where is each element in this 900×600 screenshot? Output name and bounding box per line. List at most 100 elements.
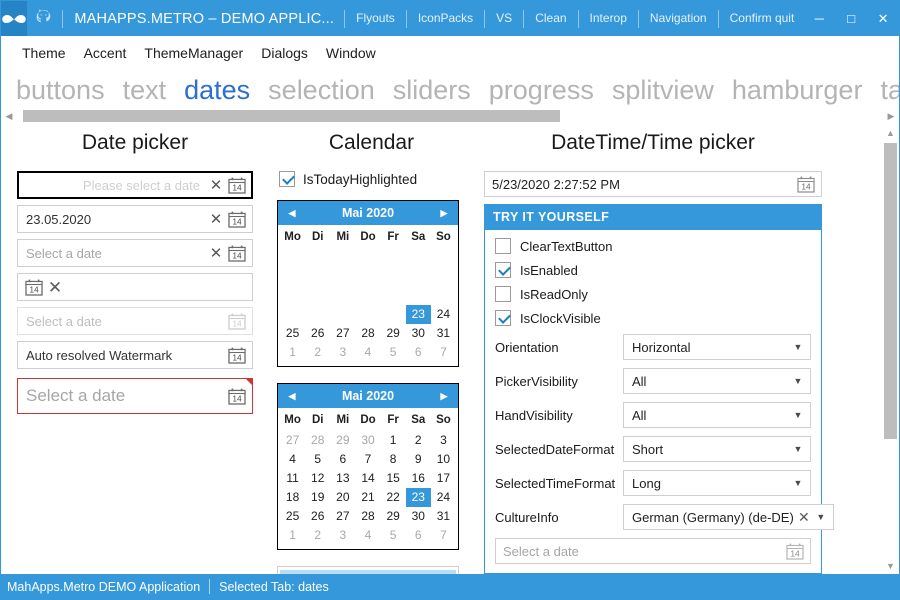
titlebar-link-vs[interactable]: VS [487,1,521,36]
calendar-day[interactable]: 4 [355,343,380,362]
tab-selection[interactable]: selection [259,73,384,107]
chevron-down-icon[interactable]: ▼ [791,444,805,454]
calendar-blackout[interactable]: ◀ Mai 2020 ▶ Mo Di Mi Do Fr Sa So 23 24 25… [277,200,459,367]
tab-sliders[interactable]: sliders [384,73,480,107]
calendar-day[interactable]: 25 [280,507,305,526]
calendar-day[interactable]: 31 [431,324,456,343]
clear-icon[interactable]: ✕ [794,509,814,526]
tab-text[interactable]: text [114,73,176,107]
calendar-day[interactable]: 30 [355,431,380,450]
calendar-day[interactable]: 27 [280,431,305,450]
chevron-down-icon[interactable]: ▼ [791,478,805,488]
calendar-day[interactable]: 15 [381,469,406,488]
tab-horizontal-scrollbar[interactable]: ◀ ▶ [1,107,899,125]
titlebar-link-navigation[interactable]: Navigation [641,1,716,36]
calendar-day[interactable]: 5 [305,450,330,469]
cleartextbutton-checkbox[interactable] [495,238,511,254]
calendar-day[interactable]: 6 [406,343,431,362]
calendar-day[interactable]: 31 [431,507,456,526]
tab-dates[interactable]: dates [175,73,259,107]
calendar-day[interactable]: 21 [355,488,380,507]
datepicker-auto-watermark[interactable]: Auto resolved Watermark 14 [17,341,253,369]
tab-buttons[interactable]: buttons [7,73,114,107]
calendar-day[interactable]: 2 [305,343,330,362]
datepicker-with-date[interactable]: 23.05.2020 ✕ 14 [17,205,253,233]
calendar-day[interactable]: 1 [280,343,305,362]
tab-splitview[interactable]: splitview [603,73,723,107]
calendar-icon[interactable]: 14 [786,543,804,560]
calendar-day[interactable]: 19 [305,488,330,507]
content-vertical-scrollbar[interactable]: ▲ ▼ [882,125,899,574]
calendar-day[interactable]: 29 [381,507,406,526]
menu-item-dialogs[interactable]: Dialogs [252,42,317,64]
isclockvisible-checkbox[interactable] [495,310,511,326]
tab-tabcontrol[interactable]: tabcontrol [871,73,899,107]
maximize-button[interactable]: □ [835,1,867,36]
calendar-next-icon[interactable]: ▶ [437,208,451,219]
calendar-day[interactable]: 1 [381,431,406,450]
clear-icon[interactable]: ✕ [206,246,226,261]
chevron-down-icon[interactable]: ▼ [814,512,828,522]
pickervisibility-combobox[interactable]: All ▼ [623,368,811,394]
is-today-highlighted-row[interactable]: IsTodayHighlighted [277,171,466,187]
calendar-day[interactable]: 6 [406,526,431,545]
menu-item-accent[interactable]: Accent [75,42,136,64]
calendar-day[interactable]: 2 [305,526,330,545]
titlebar-link-flyouts[interactable]: Flyouts [347,1,404,36]
datepicker-validation-error[interactable]: Select a date 14 [17,378,253,414]
vscroll-track[interactable] [882,141,899,558]
calendar-day[interactable]: 30 [406,507,431,526]
chevron-down-icon[interactable]: ▼ [791,342,805,352]
datepicker-focused[interactable]: Please select a date ✕ 14 [17,171,253,199]
calendar-title[interactable]: Mai 2020 [342,389,394,403]
option-cleartextbutton[interactable]: ClearTextButton [495,238,811,254]
cultureinfo-combobox[interactable]: German (Germany) (de-DE) ✕ ▼ [623,504,834,530]
calendar-day[interactable]: 27 [330,324,355,343]
calendar-day[interactable]: 30 [406,324,431,343]
tab-progress[interactable]: progress [480,73,603,107]
datepicker-empty[interactable]: Select a date ✕ 14 [17,239,253,267]
calendar-day[interactable]: 28 [355,507,380,526]
scroll-left-arrow-icon[interactable]: ◀ [1,108,17,124]
calendar-prev-icon[interactable]: ◀ [285,208,299,219]
calendar-day[interactable]: 8 [381,450,406,469]
calendar-full[interactable]: ◀ Mai 2020 ▶ Mo Di Mi Do Fr Sa So 27 28 29… [277,383,459,550]
scroll-up-arrow-icon[interactable]: ▲ [882,125,899,141]
option-isenabled[interactable]: IsEnabled [495,262,811,278]
calendar-day[interactable]: 4 [280,450,305,469]
calendar-day[interactable]: 2 [406,431,431,450]
selecteddateformat-combobox[interactable]: Short ▼ [623,436,811,462]
clear-icon[interactable]: ✕ [45,279,65,296]
isreadonly-checkbox[interactable] [495,286,511,302]
option-isreadonly[interactable]: IsReadOnly [495,286,811,302]
close-button[interactable]: ✕ [867,1,899,36]
calendar-day[interactable]: 17 [431,469,456,488]
calendar-day[interactable]: 14 [355,469,380,488]
menu-item-thememanager[interactable]: ThemeManager [135,42,252,64]
tab-hamburger[interactable]: hamburger [723,73,872,107]
calendar-icon[interactable]: 14 [228,347,246,364]
calendar-day[interactable]: 28 [305,431,330,450]
vscroll-thumb[interactable] [884,143,897,440]
calendar-day[interactable]: 7 [355,450,380,469]
calendar-day[interactable]: 5 [381,343,406,362]
hscroll-track[interactable] [17,109,883,123]
calendar-day[interactable]: 26 [305,324,330,343]
scroll-right-arrow-icon[interactable]: ▶ [883,108,899,124]
isenabled-checkbox[interactable] [495,262,511,278]
calendar-day[interactable]: 4 [355,526,380,545]
calendar-day[interactable]: 29 [330,431,355,450]
calendar-day[interactable]: 6 [330,450,355,469]
calendar-day[interactable]: 18 [280,488,305,507]
minimize-button[interactable]: ─ [803,1,835,36]
clear-icon[interactable]: ✕ [206,212,226,227]
titlebar-link-interop[interactable]: Interop [581,1,636,36]
handvisibility-combobox[interactable]: All ▼ [623,402,811,428]
calendar-day[interactable]: 1 [280,526,305,545]
calendar-day[interactable]: 26 [305,507,330,526]
hscroll-thumb[interactable] [23,110,560,122]
titlebar-link-clean[interactable]: Clean [526,1,575,36]
calendar-day[interactable]: 25 [280,324,305,343]
calendar-day[interactable]: 3 [431,431,456,450]
menu-item-theme[interactable]: Theme [13,42,75,64]
